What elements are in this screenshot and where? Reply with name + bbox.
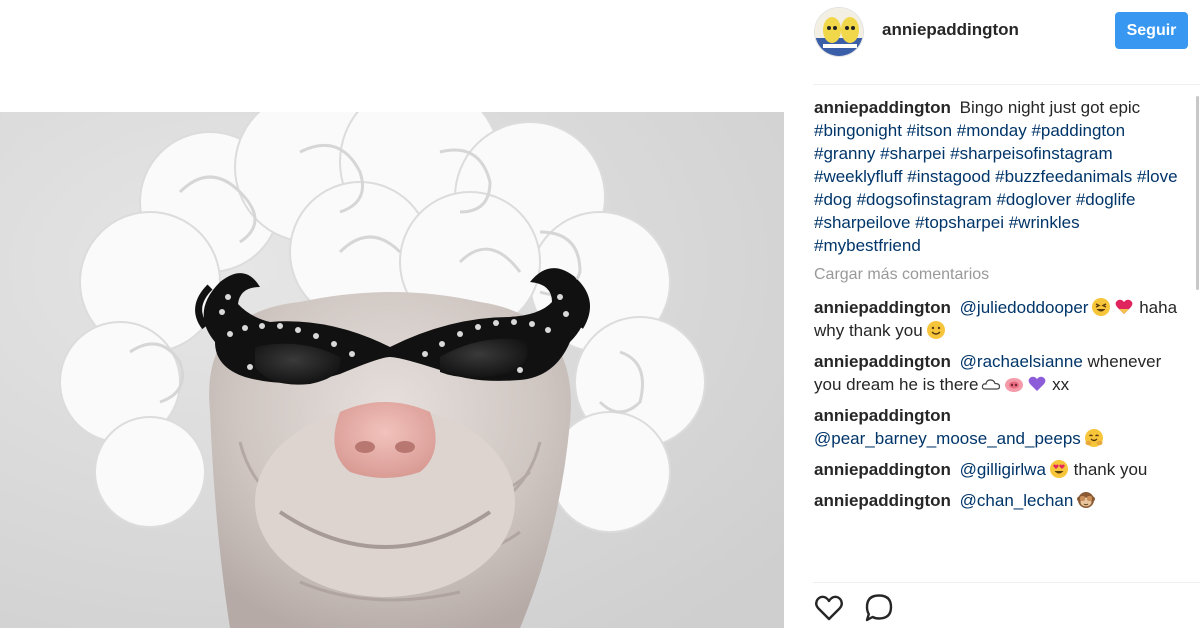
see-no-evil-monkey-emoji-icon	[1076, 490, 1096, 510]
post-header: anniepaddington Seguir	[785, 0, 1200, 84]
post-photo[interactable]	[0, 112, 784, 628]
heart-eyes-emoji-icon	[1049, 459, 1069, 479]
comment-author[interactable]: anniepaddington	[814, 298, 951, 317]
caption-author[interactable]: anniepaddington	[814, 98, 951, 117]
hashtag-link[interactable]: #doglife	[1076, 190, 1136, 209]
comment-author[interactable]: anniepaddington	[814, 352, 951, 371]
hashtag-link[interactable]: #wrinkles	[1009, 213, 1080, 232]
comment-mention[interactable]: @chan_lechan	[960, 491, 1074, 510]
hugging-emoji-icon	[1084, 428, 1104, 448]
comment-item-partial	[814, 520, 1182, 529]
hashtag-link[interactable]: #topsharpei	[915, 213, 1004, 232]
hashtag-link[interactable]: #sharpeisofinstagram	[950, 144, 1113, 163]
comment-author[interactable]: anniepaddington	[814, 406, 951, 425]
comment-mention[interactable]: @gilligirlwa	[960, 460, 1046, 479]
comment-item: anniepaddington @gilligirlwa thank you	[814, 458, 1182, 481]
comment-text-after: xx	[1052, 375, 1070, 394]
comment-item: anniepaddington @pear_barney_moose_and_p…	[814, 404, 1182, 450]
smile-emoji-icon	[926, 320, 946, 340]
hashtag-link[interactable]: #mybestfriend	[814, 236, 921, 255]
purple-heart-emoji-icon	[1027, 374, 1047, 394]
hashtag-link[interactable]: #weeklyfluff	[814, 167, 903, 186]
pig-nose-emoji-icon	[1004, 374, 1024, 394]
comment-item: anniepaddington @chan_lechan	[814, 489, 1182, 512]
hashtag-link[interactable]: #bingonight	[814, 121, 902, 140]
heart-outline-icon[interactable]	[813, 592, 845, 624]
comment-mention[interactable]: @rachaelsianne	[960, 352, 1083, 371]
comments-list[interactable]: anniepaddington Bingo night just got epi…	[814, 96, 1182, 582]
comments-scrollbar-thumb[interactable]	[1196, 96, 1199, 290]
hashtag-link[interactable]: #doglover	[996, 190, 1071, 209]
cloud-emoji-icon	[981, 374, 1001, 394]
hashtag-link[interactable]: #dogsofinstagram	[857, 190, 992, 209]
hashtag-link[interactable]: #sharpei	[880, 144, 945, 163]
comment-author[interactable]: anniepaddington	[814, 460, 951, 479]
hashtag-link[interactable]: #sharpeilove	[814, 213, 910, 232]
comment-item: anniepaddington @rachaelsianne whenever …	[814, 350, 1182, 396]
hashtag-link[interactable]: #dog	[814, 190, 852, 209]
comment-author[interactable]: anniepaddington	[814, 491, 951, 510]
post-side-panel: anniepaddington Seguir anniepaddington B…	[785, 0, 1200, 628]
caption-text: Bingo night just got epic	[959, 98, 1141, 117]
red-heart-emoji-icon	[1114, 297, 1134, 317]
hashtag-link[interactable]: #paddington	[1031, 121, 1125, 140]
avatar[interactable]	[814, 7, 864, 57]
hashtag-link[interactable]: #itson	[907, 121, 952, 140]
post-photo-area	[0, 0, 784, 628]
load-more-comments-link[interactable]: Cargar más comentarios	[814, 264, 1182, 286]
comment-mention[interactable]: @pear_barney_moose_and_peeps	[814, 429, 1081, 448]
speech-bubble-icon[interactable]	[863, 592, 895, 624]
follow-button[interactable]: Seguir	[1115, 12, 1188, 49]
hashtag-link[interactable]: #granny	[814, 144, 875, 163]
comment-item: anniepaddington @juliedoddooper haha why…	[814, 296, 1182, 342]
caption: anniepaddington Bingo night just got epi…	[814, 96, 1182, 257]
hashtag-link[interactable]: #love	[1137, 167, 1178, 186]
comment-mention[interactable]: @juliedoddooper	[960, 298, 1089, 317]
actions-divider	[813, 582, 1200, 583]
header-divider	[813, 84, 1200, 85]
hashtag-link[interactable]: #instagood	[907, 167, 990, 186]
squint-laugh-emoji-icon	[1091, 297, 1111, 317]
hashtag-link[interactable]: #monday	[957, 121, 1027, 140]
hashtag-link[interactable]: #buzzfeedanimals	[995, 167, 1132, 186]
comment-text: thank you	[1073, 460, 1148, 479]
header-username[interactable]: anniepaddington	[882, 20, 1019, 40]
